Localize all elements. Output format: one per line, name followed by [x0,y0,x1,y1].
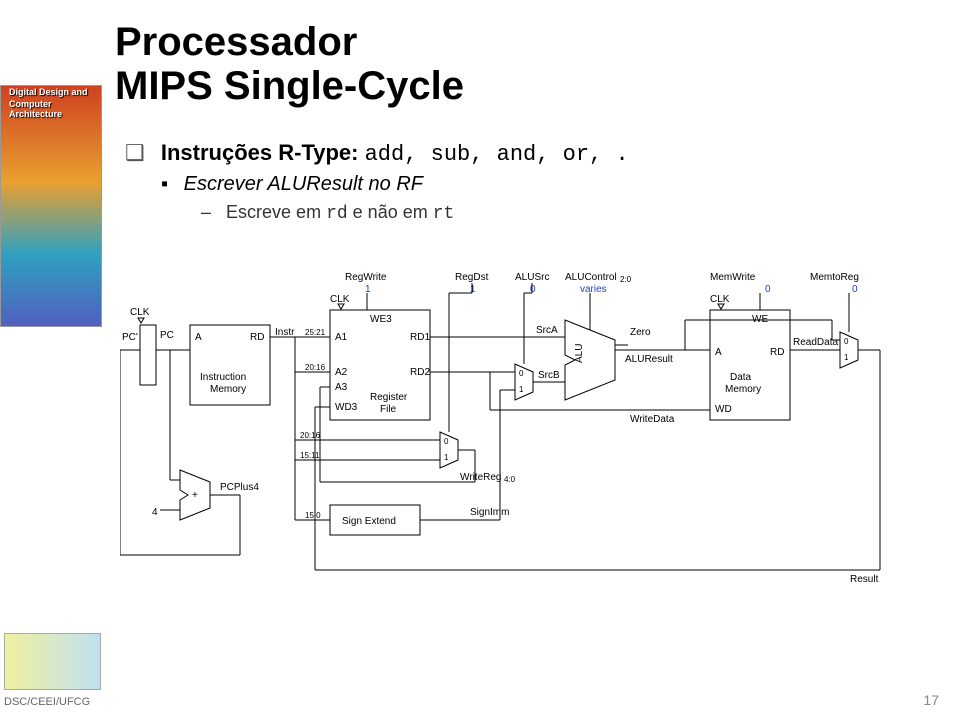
logo-text-1: Digital Design and [9,88,88,98]
lbl-dm-a: A [715,347,722,358]
mux-mr-1: 1 [844,353,849,362]
lbl-zero: Zero [630,327,651,338]
lbl-we3: WE3 [370,314,392,325]
lbl-rf-1: Register [370,392,408,403]
page-title: Processador MIPS Single-Cycle [115,20,464,108]
alu [565,320,615,400]
page-number: 17 [923,692,939,708]
lbl-alu: ALU [574,344,585,363]
bits-2016b: 20:16 [300,431,321,440]
lbl-a1: A1 [335,332,348,343]
bullet-list: Instruções R-Type: add, sub, and, or, . … [125,140,629,230]
bullet-main-code: add, sub, and, or, . [365,142,629,167]
lbl-dm-wd: WD [715,404,732,415]
mux-rd-1: 1 [444,453,449,462]
val-regwrite: 1 [365,284,371,295]
mux-as-0: 0 [519,369,524,378]
lbl-writereg: WriteReg [460,472,502,483]
pc-register [140,325,156,385]
book-cover-logo: Digital Design and Computer Architecture [0,85,102,327]
footer-left: DSC/CEEI/UFCG [4,696,90,708]
lbl-plus: + [192,490,198,501]
alusrc-mux [515,364,533,400]
lbl-srca: SrcA [536,325,558,336]
clk-tri-dm [718,304,724,309]
lbl-rd1: RD1 [410,332,430,343]
lbl-result: Result [850,574,879,585]
datapath-diagram: RegWrite 1 RegDst 1 ALUSrc 0 ALUControl … [120,260,920,610]
lbl-instr: Instr [275,327,295,338]
bits-150: 15:0 [305,511,321,520]
lbl-aluctrl-sub: 2:0 [620,275,632,284]
clk-tri-pc [138,318,144,323]
lbl-memwrite: MemWrite [710,272,756,283]
lbl-alusrc: ALUSrc [515,272,549,283]
regdst-mux [440,432,458,468]
lbl-aluctrl: ALUControl [565,272,617,283]
lbl-aluresult: ALUResult [625,354,673,365]
lbl-a3: A3 [335,382,348,393]
lbl-signext: Sign Extend [342,516,396,527]
lbl-a2: A2 [335,367,348,378]
lbl-rd2: RD2 [410,367,430,378]
lbl-regwrite: RegWrite [345,272,387,283]
lbl-dm-rd: RD [770,347,784,358]
lbl-writereg-sub: 4:0 [504,475,516,484]
bits-2521: 25:21 [305,328,326,337]
lbl-four: 4 [152,507,158,518]
lbl-im-a: A [195,332,202,343]
logo-text-2: Computer Architecture [9,100,101,120]
title-line-1: Processador [115,20,357,64]
footer-book-image [4,633,101,690]
lbl-pcp: PC' [122,332,138,343]
lbl-clk-dm: CLK [710,294,730,305]
clk-tri-rf [338,304,344,309]
lbl-im-1: Instruction [200,372,246,383]
bits-2016: 20:16 [305,363,326,372]
lbl-pcplus4: PCPlus4 [220,482,259,493]
lbl-im-rd: RD [250,332,264,343]
lbl-pc: PC [160,330,174,341]
lbl-rf-2: File [380,404,397,415]
mux-as-1: 1 [519,385,524,394]
lbl-clk-rf: CLK [330,294,350,305]
bullet-main: Instruções R-Type: add, sub, and, or, . [125,140,629,167]
lbl-dm-1: Data [730,372,752,383]
bits-1511: 15:11 [300,451,320,460]
val-memwrite: 0 [765,284,771,295]
lbl-dm-2: Memory [725,384,761,395]
mux-mr-0: 0 [844,337,849,346]
lbl-writedata: WriteData [630,414,675,425]
lbl-im-2: Memory [210,384,246,395]
val-memtoreg: 0 [852,284,858,295]
lbl-srcb: SrcB [538,370,560,381]
memtoreg-mux [840,332,858,368]
lbl-clk-pc: CLK [130,307,150,318]
lbl-memtoreg: MemtoReg [810,272,859,283]
bullet-main-text: Instruções R-Type: [161,140,359,165]
mux-rd-0: 0 [444,437,449,446]
title-line-2: MIPS Single-Cycle [115,64,464,108]
lbl-wd3: WD3 [335,402,358,413]
lbl-signimm: SignImm [470,507,509,518]
lbl-regdst: RegDst [455,272,489,283]
val-aluctrl: varies [580,284,607,295]
bullet-sub1: Escrever ALUResult no RF [161,173,629,196]
bullet-sub2: Escreve em rd e não em rt [201,202,629,224]
